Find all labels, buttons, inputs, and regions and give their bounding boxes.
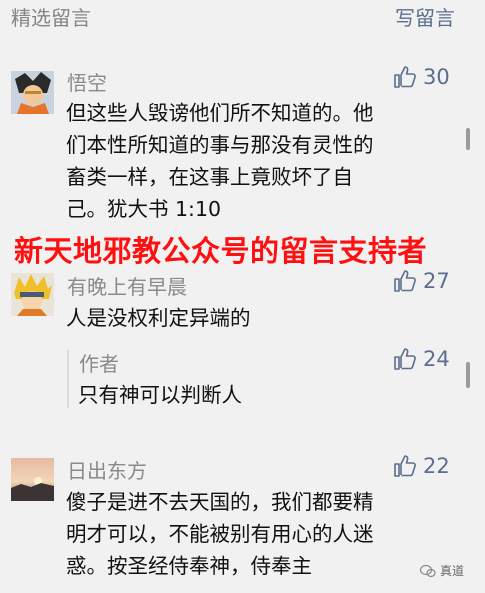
like-button[interactable]: 27 xyxy=(393,269,450,293)
comment-body: 但这些人毁谤他们所不知道的。他 们本性所知道的事与那没有灵性的 畜类一样，在这事… xyxy=(66,97,446,225)
avatar[interactable] xyxy=(11,458,54,501)
watermark: 真道 xyxy=(420,562,464,579)
avatar[interactable] xyxy=(11,273,54,316)
featured-comments-title: 精选留言 xyxy=(11,6,91,30)
thumbs-up-icon xyxy=(394,348,416,370)
like-count: 22 xyxy=(423,454,450,478)
reply-body: 只有神可以判断人 xyxy=(78,383,242,407)
comment-line: 们本性所知道的事与那没有灵性的 xyxy=(66,133,374,157)
write-comment-button[interactable]: 写留言 xyxy=(395,2,455,31)
thumbs-up-icon xyxy=(394,66,416,88)
avatar[interactable] xyxy=(11,71,54,114)
comment-username[interactable]: 有晚上有早晨 xyxy=(67,271,187,300)
reply-divider xyxy=(67,350,69,408)
comment-line: 但这些人毁谤他们所不知道的。他 xyxy=(66,101,374,125)
comment-body: 人是没权利定异端的 xyxy=(66,302,446,334)
scrollbar-thumb[interactable] xyxy=(466,362,470,388)
like-count: 30 xyxy=(423,65,450,89)
like-count: 24 xyxy=(423,347,450,371)
comment-username[interactable]: 悟空 xyxy=(67,67,107,96)
comments-header: 精选留言 写留言 xyxy=(0,0,485,34)
comment-line: 傻子是进不去天国的，我们都要精 xyxy=(66,490,374,514)
like-button[interactable]: 24 xyxy=(393,347,450,371)
like-button[interactable]: 22 xyxy=(393,454,450,478)
like-count: 27 xyxy=(423,269,450,293)
thumbs-up-icon xyxy=(394,270,416,292)
comment-body: 傻子是进不去天国的，我们都要精 明才可以，不能被别有用心的人迷 惑。按圣经侍奉神… xyxy=(66,486,446,582)
like-button[interactable]: 30 xyxy=(393,65,450,89)
comment-line: 明才可以，不能被别有用心的人迷 xyxy=(66,522,374,546)
comment-line: 人是没权利定异端的 xyxy=(66,306,251,330)
comment-line: 畜类一样，在这事上竟败坏了自 xyxy=(66,165,353,189)
comment-username[interactable]: 日出东方 xyxy=(67,455,147,484)
overlay-caption: 新天地邪教公众号的留言支持者 xyxy=(14,234,428,268)
comment-line: 己。犹大书 1:10 xyxy=(66,197,222,221)
reply-author: 作者 xyxy=(79,352,119,376)
watermark-label: 真道 xyxy=(440,564,465,578)
scrollbar-thumb[interactable] xyxy=(466,128,470,150)
comment-line: 惑。按圣经侍奉神，侍奉主 xyxy=(66,554,312,578)
thumbs-up-icon xyxy=(394,455,416,477)
chat-bubble-icon xyxy=(420,564,436,577)
